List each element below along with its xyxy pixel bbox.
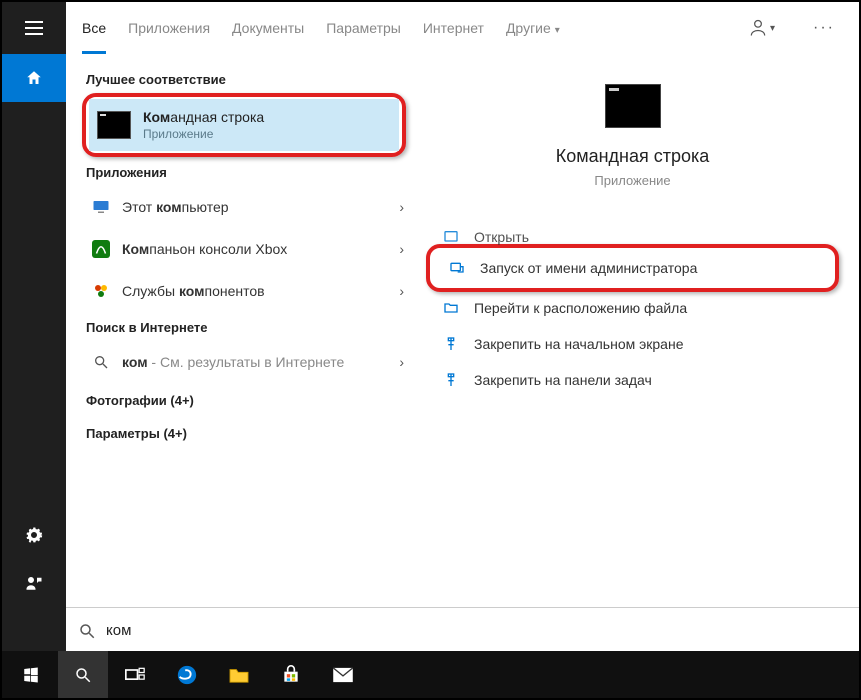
search-panel: Все Приложения Документы Параметры Интер… [66, 2, 859, 607]
preview-column: Командная строка Приложение Открыть [416, 54, 859, 607]
preview-subtitle: Приложение [426, 173, 839, 188]
home-icon [25, 69, 43, 87]
edge-icon [176, 664, 198, 686]
person-icon [748, 18, 768, 38]
best-match-subtitle: Приложение [143, 127, 264, 141]
left-rail-extend [2, 607, 66, 653]
store-icon [281, 665, 301, 685]
pc-icon [90, 196, 112, 218]
person-feedback-icon [25, 574, 43, 592]
search-icon [78, 622, 96, 640]
tab-more[interactable]: Другие▾ [506, 16, 560, 40]
folder-icon [228, 666, 250, 684]
list-item-label: Этот компьютер [122, 199, 399, 215]
settings-rail-button[interactable] [2, 511, 66, 559]
pin-start-icon [440, 336, 462, 352]
annotation-highlight-1: Командная строка Приложение [82, 93, 406, 157]
folder-icon [440, 300, 462, 316]
list-item-label: Службы компонентов [122, 283, 399, 299]
open-icon [440, 229, 462, 245]
best-match-title: Командная строка [143, 109, 264, 125]
filter-tabs: Все Приложения Документы Параметры Интер… [66, 2, 859, 54]
action-label: Закрепить на панели задач [474, 372, 652, 388]
tab-internet[interactable]: Интернет [423, 16, 484, 40]
search-icon [74, 666, 92, 684]
results-column: Лучшее соответствие Командная строка При… [66, 54, 416, 607]
section-best-match: Лучшее соответствие [86, 72, 412, 87]
chevron-down-icon: ▾ [555, 25, 560, 36]
search-row [66, 607, 859, 653]
pin-taskbar-icon [440, 372, 462, 388]
chevron-right-icon: › [399, 241, 404, 257]
home-button[interactable] [2, 54, 66, 102]
tab-all[interactable]: Все [82, 16, 106, 40]
actions-list: Открыть Запуск от имени администратора [426, 228, 839, 398]
action-pin-taskbar[interactable]: Закрепить на панели задач [426, 362, 839, 398]
action-label: Закрепить на начальном экране [474, 336, 684, 352]
best-match-item[interactable]: Командная строка Приложение [89, 99, 399, 151]
action-open[interactable]: Открыть [426, 228, 839, 246]
component-services-icon [90, 280, 112, 302]
chevron-down-icon: ▾ [770, 23, 775, 34]
web-result[interactable]: ком - См. результаты в Интернете › [82, 341, 416, 383]
search-icon [90, 351, 112, 373]
shield-icon [446, 260, 468, 276]
action-label: Перейти к расположению файла [474, 300, 687, 316]
tab-settings[interactable]: Параметры [326, 16, 401, 40]
list-item-label: Компаньон консоли Xbox [122, 241, 399, 257]
account-button[interactable]: ▾ [740, 14, 783, 42]
section-params[interactable]: Параметры (4+) [86, 426, 412, 441]
chevron-right-icon: › [399, 199, 404, 215]
start-button[interactable] [6, 651, 56, 698]
action-run-as-admin[interactable]: Запуск от имени администратора [432, 250, 833, 286]
left-rail [2, 2, 66, 607]
mail-icon [332, 667, 354, 683]
cmd-icon [605, 84, 661, 128]
list-item-label: ком - См. результаты в Интернете [122, 354, 399, 370]
more-options-button[interactable]: ··· [805, 15, 843, 41]
taskbar-edge[interactable] [162, 651, 212, 698]
tab-apps[interactable]: Приложения [128, 16, 210, 40]
action-label: Открыть [474, 229, 529, 245]
action-label: Запуск от имени администратора [480, 260, 697, 276]
xbox-icon [90, 238, 112, 260]
section-web: Поиск в Интернете [86, 320, 412, 335]
taskbar [2, 651, 859, 698]
app-result-xbox[interactable]: Компаньон консоли Xbox › [82, 228, 416, 270]
feedback-rail-button[interactable] [2, 559, 66, 607]
section-photos[interactable]: Фотографии (4+) [86, 393, 412, 408]
action-open-location[interactable]: Перейти к расположению файла [426, 290, 839, 326]
action-pin-start[interactable]: Закрепить на начальном экране [426, 326, 839, 362]
chevron-right-icon: › [399, 354, 404, 370]
section-apps: Приложения [86, 165, 412, 180]
taskbar-store[interactable] [266, 651, 316, 698]
app-result-this-pc[interactable]: Этот компьютер › [82, 186, 416, 228]
tab-docs[interactable]: Документы [232, 16, 304, 40]
preview-title: Командная строка [426, 146, 839, 167]
annotation-highlight-2: Запуск от имени администратора [426, 244, 839, 292]
taskview-icon [125, 667, 145, 683]
hamburger-menu[interactable] [2, 2, 66, 54]
app-result-component-services[interactable]: Службы компонентов › [82, 270, 416, 312]
taskbar-taskview[interactable] [110, 651, 160, 698]
gear-icon [25, 526, 43, 544]
chevron-right-icon: › [399, 283, 404, 299]
taskbar-explorer[interactable] [214, 651, 264, 698]
search-input[interactable] [106, 622, 847, 639]
cmd-icon [97, 111, 131, 139]
taskbar-mail[interactable] [318, 651, 368, 698]
taskbar-search[interactable] [58, 651, 108, 698]
windows-icon [22, 666, 40, 684]
